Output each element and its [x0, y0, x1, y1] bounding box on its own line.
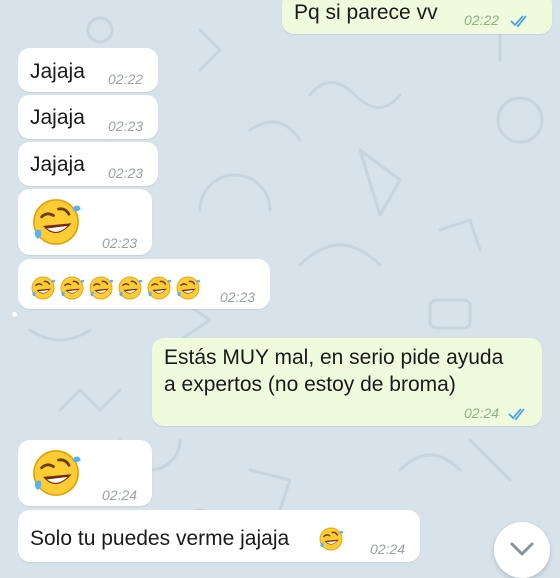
rofl-emoji-icon: [59, 275, 85, 301]
rofl-emoji-icon: [30, 447, 82, 499]
scroll-to-bottom-button[interactable]: [494, 522, 550, 578]
wallpaper-dot: [12, 312, 17, 317]
rofl-emoji-icon: [175, 275, 201, 301]
message-bubble-incoming[interactable]: 02:23: [18, 189, 152, 255]
message-bubble-incoming[interactable]: Jajaja 02:22: [18, 48, 158, 92]
message-bubble-incoming[interactable]: Jajaja 02:23: [18, 95, 158, 139]
message-text: Jajaja: [30, 153, 85, 176]
read-receipt-icon: [510, 15, 527, 28]
rofl-emoji-icon: [318, 526, 344, 552]
message-time: 02:23: [108, 165, 144, 181]
message-text-line-2: a expertos (no estoy de broma): [164, 373, 456, 396]
message-time: 02:23: [220, 289, 256, 305]
message-time: 02:23: [108, 118, 144, 134]
message-text: Jajaja: [30, 106, 85, 129]
rofl-emoji-icon: [88, 275, 114, 301]
message-bubble-outgoing[interactable]: Estás MUY mal, en serio pide ayuda a exp…: [152, 338, 542, 426]
message-time: 02:22: [464, 12, 500, 28]
message-bubble-outgoing[interactable]: Pq si parece vv 02:22: [282, 0, 552, 34]
rofl-emoji-icon: [117, 275, 143, 301]
message-text-line-1: Estás MUY mal, en serio pide ayuda: [164, 346, 504, 369]
message-time: 02:24: [464, 405, 500, 421]
rofl-emoji-icon: [146, 275, 172, 301]
chevron-down-icon: [510, 542, 534, 556]
message-time: 02:22: [108, 71, 144, 87]
message-text: Pq si parece vv: [294, 1, 438, 24]
message-bubble-incoming[interactable]: 02:24: [18, 440, 152, 506]
read-receipt-icon: [508, 408, 525, 421]
message-time: 02:24: [102, 487, 138, 503]
message-bubble-incoming[interactable]: 02:23: [18, 259, 270, 309]
rofl-emoji-icon: [30, 275, 56, 301]
rofl-emoji-icon: [30, 196, 82, 248]
message-text: Jajaja: [30, 60, 85, 83]
message-bubble-incoming[interactable]: Solo tu puedes verme jajaja 02:24: [18, 510, 420, 562]
message-bubble-incoming[interactable]: Jajaja 02:23: [18, 142, 158, 186]
message-text: Solo tu puedes verme jajaja: [30, 527, 290, 550]
message-time: 02:23: [102, 235, 138, 251]
message-time: 02:24: [370, 541, 406, 557]
